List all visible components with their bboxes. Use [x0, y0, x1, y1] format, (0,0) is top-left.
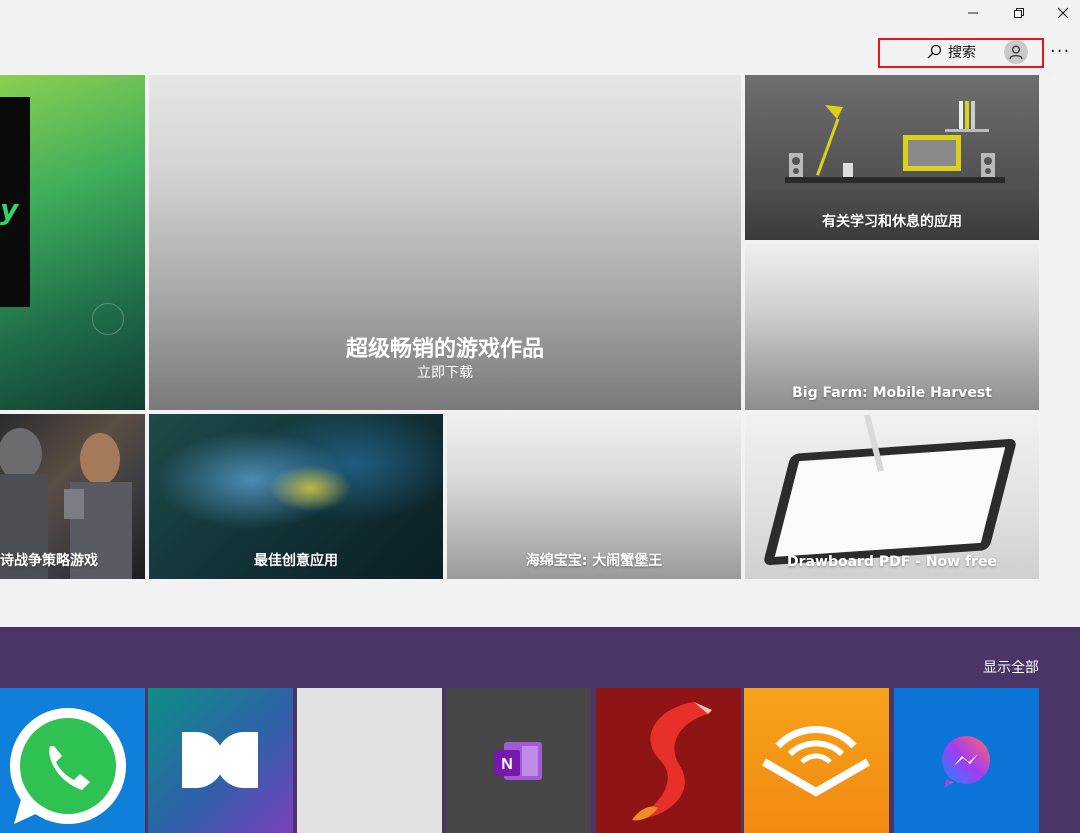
svg-text:N: N	[501, 756, 513, 773]
dolby-icon	[182, 732, 258, 788]
close-button[interactable]	[1040, 0, 1080, 26]
app-tile-messenger[interactable]	[894, 688, 1039, 833]
decorative-ring	[92, 303, 124, 335]
promo-logo-text: y	[0, 193, 19, 226]
tile-study-caption: 有关学习和休息的应用	[822, 214, 962, 230]
app-tile-dolby[interactable]	[148, 688, 293, 833]
app-tile-blank[interactable]	[297, 688, 442, 833]
tile-creative-caption: 最佳创意应用	[254, 553, 338, 569]
minimize-button[interactable]	[950, 0, 996, 26]
show-all-link[interactable]: 显示全部	[983, 657, 1039, 677]
tile-drawboard-caption: Drawboard PDF - Now free	[787, 554, 997, 570]
app-tile-onenote[interactable]: N	[446, 688, 591, 833]
search-label: 搜索	[948, 45, 976, 61]
tile-creative-apps[interactable]: 最佳创意应用	[149, 414, 443, 579]
user-icon	[1009, 45, 1023, 60]
tile-green-promo[interactable]: y	[0, 75, 145, 410]
search-icon	[927, 44, 942, 59]
tile-hero-games[interactable]: 超级畅销的游戏作品 立即下载	[149, 75, 741, 410]
tile-study-apps[interactable]: 有关学习和休息的应用	[745, 75, 1039, 240]
tablet-screen	[774, 447, 1006, 557]
minimize-icon	[968, 12, 978, 14]
app-tile-whatsapp[interactable]	[0, 688, 145, 833]
tile-spongebob[interactable]: 海绵宝宝: 大闹蟹堡王	[447, 414, 741, 579]
tile-spongebob-caption: 海绵宝宝: 大闹蟹堡王	[525, 553, 663, 569]
hero-title: 超级畅销的游戏作品	[345, 337, 544, 362]
desk-illustration	[785, 101, 1005, 183]
app-tile-audible[interactable]	[744, 688, 889, 833]
sketch-s-icon	[632, 702, 712, 821]
tile-farm-caption: Big Farm: Mobile Harvest	[792, 385, 992, 401]
restore-button[interactable]	[996, 0, 1042, 26]
close-icon	[1057, 7, 1069, 19]
app-tile-sketch[interactable]	[596, 688, 741, 833]
tile-strategy-game[interactable]: 诗战争策略游戏	[0, 414, 145, 579]
messenger-icon	[942, 736, 990, 788]
hero-subtitle: 立即下载	[417, 365, 473, 381]
search-button[interactable]: 搜索	[926, 40, 976, 64]
tile-big-farm[interactable]: Big Farm: Mobile Harvest	[745, 244, 1039, 410]
account-avatar[interactable]	[1004, 40, 1028, 64]
onenote-icon: N	[494, 742, 542, 780]
tile-strategy-caption: 诗战争策略游戏	[0, 553, 98, 569]
audible-icon	[762, 726, 870, 797]
tile-drawboard[interactable]: Drawboard PDF - Now free	[745, 414, 1039, 579]
more-options-button[interactable]: ···	[1050, 40, 1070, 64]
restore-icon	[1014, 8, 1024, 18]
whatsapp-icon	[10, 708, 126, 824]
